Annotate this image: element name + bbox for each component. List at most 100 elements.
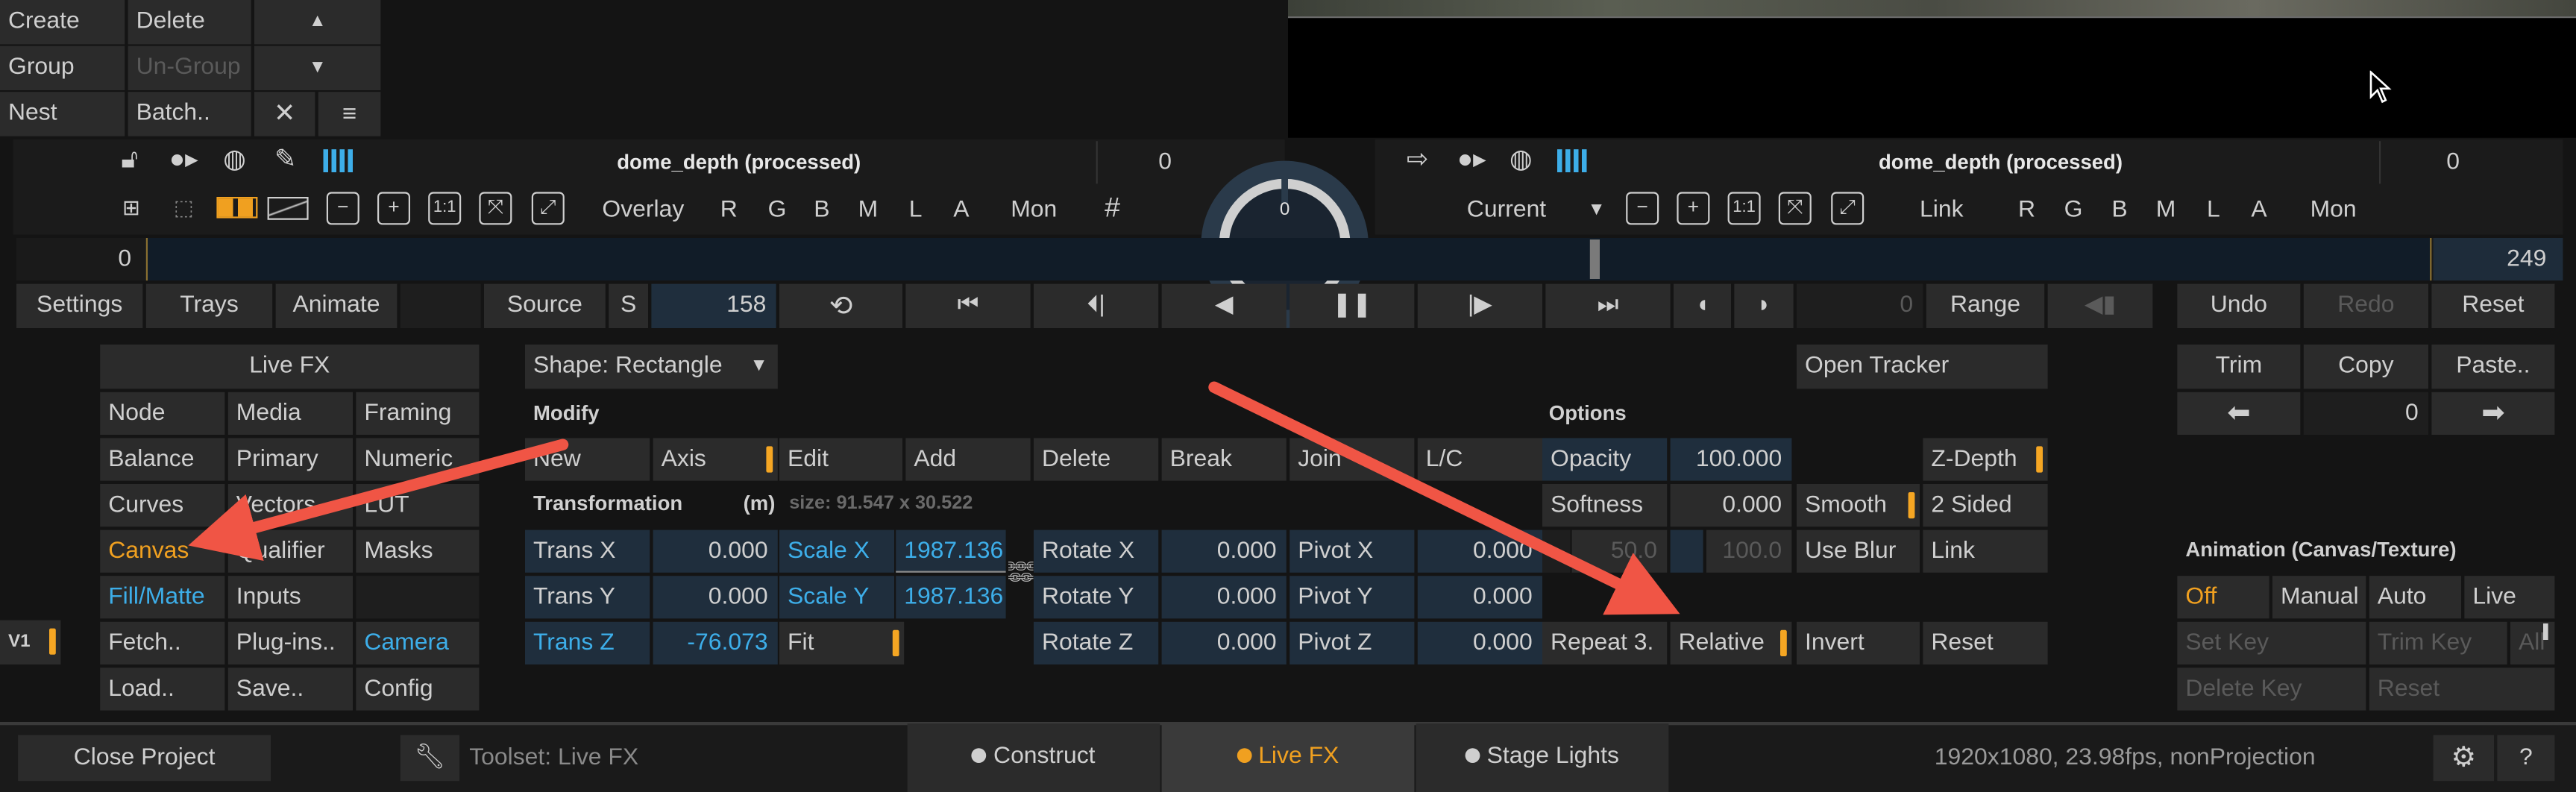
- trim-button[interactable]: Trim: [2177, 345, 2301, 389]
- s-button[interactable]: S: [609, 283, 648, 328]
- softness-field[interactable]: 0.000: [1670, 484, 1792, 527]
- framing-item[interactable]: Framing: [356, 392, 480, 435]
- skip-end-icon[interactable]: ⏭: [1545, 283, 1671, 328]
- trans-y-field[interactable]: 0.000: [653, 576, 778, 619]
- redo-button[interactable]: Redo: [2303, 283, 2428, 328]
- timeline-bar[interactable]: 0 249: [16, 238, 2563, 281]
- move-down-button[interactable]: ▼: [254, 45, 381, 90]
- edit-button[interactable]: Edit: [779, 438, 902, 481]
- lock-icon[interactable]: 🔓︎: [115, 145, 145, 177]
- pivot-y-field[interactable]: 0.000: [1417, 576, 1542, 619]
- paste-button[interactable]: Paste..: [2431, 345, 2555, 389]
- shape-dropdown[interactable]: Shape: Rectangle ▼: [525, 345, 778, 389]
- export-icon[interactable]: ⇨: [1396, 145, 1439, 177]
- fit-icon-right[interactable]: ⤧: [1778, 192, 1812, 225]
- wrench-icon[interactable]: 🔧︎: [400, 735, 459, 782]
- primary-item[interactable]: Primary: [227, 438, 353, 481]
- batch-button[interactable]: Batch..: [128, 92, 251, 136]
- new-button[interactable]: New: [525, 438, 650, 481]
- gear-icon[interactable]: ⚙︎: [2433, 735, 2494, 782]
- arrow-left-icon[interactable]: ⬅︎: [2177, 392, 2301, 435]
- zoom-in-icon[interactable]: +: [377, 192, 410, 225]
- scale-y-field[interactable]: 1987.136: [896, 576, 1006, 619]
- play-reverse-icon[interactable]: ◀: [1161, 283, 1287, 328]
- channel-a[interactable]: A: [953, 194, 969, 227]
- channel-m-right[interactable]: M: [2156, 194, 2176, 227]
- val-b-field[interactable]: 100.0: [1706, 529, 1792, 573]
- inputs-item[interactable]: Inputs: [227, 576, 353, 619]
- channel-g-right[interactable]: G: [2064, 194, 2083, 227]
- link-button[interactable]: Link: [1920, 194, 1964, 227]
- channel-a-right[interactable]: A: [2251, 194, 2266, 227]
- channel-m[interactable]: M: [858, 194, 879, 227]
- z-depth-button[interactable]: Z-Depth: [1923, 438, 2048, 481]
- copy-button[interactable]: Copy: [2303, 345, 2428, 389]
- delete-point-button[interactable]: Delete: [1034, 438, 1159, 481]
- invert-button[interactable]: Invert: [1797, 621, 1920, 664]
- zoom-one-to-one-icon[interactable]: 1:1: [428, 192, 462, 225]
- rotate-x-field[interactable]: 0.000: [1161, 529, 1287, 573]
- color-bars-icon[interactable]: [323, 149, 356, 172]
- trim-key-button[interactable]: Trim Key: [2369, 621, 2507, 664]
- zoom-out-icon-right[interactable]: −: [1626, 192, 1659, 225]
- plugins-item[interactable]: Plug-ins..: [227, 621, 353, 664]
- reset-options-button[interactable]: Reset: [1923, 621, 2048, 664]
- grid-icon[interactable]: #: [1096, 192, 1129, 224]
- camera-item[interactable]: Camera: [356, 621, 480, 664]
- trans-z-field[interactable]: -76.073: [653, 621, 778, 664]
- fill-matte-item[interactable]: Fill/Matte: [100, 576, 225, 619]
- canvas-item[interactable]: Canvas: [100, 529, 225, 573]
- viewer-image-right[interactable]: [1288, 0, 2576, 138]
- fetch-item[interactable]: Fetch..: [100, 621, 225, 664]
- channel-l-right[interactable]: L: [2207, 194, 2220, 227]
- ungroup-button[interactable]: Un-Group: [128, 45, 251, 90]
- edit-value-field[interactable]: 0: [2303, 392, 2428, 435]
- channel-b[interactable]: B: [814, 194, 829, 227]
- record-icon[interactable]: ●▸: [164, 145, 204, 177]
- masks-item[interactable]: Masks: [356, 529, 480, 573]
- mark-in-icon[interactable]: ◖: [1674, 283, 1731, 328]
- pivot-z-field[interactable]: 0.000: [1417, 621, 1542, 664]
- channel-r-right[interactable]: R: [2018, 194, 2035, 227]
- close-project-button[interactable]: Close Project: [18, 735, 271, 782]
- record-icon-right[interactable]: ●▸: [1452, 145, 1492, 177]
- pencil-icon[interactable]: ✎: [269, 145, 302, 177]
- join-button[interactable]: Join: [1289, 438, 1415, 481]
- mark-out-icon[interactable]: ◗: [1734, 283, 1794, 328]
- fit-button[interactable]: Fit: [779, 621, 905, 664]
- curves-item[interactable]: Curves: [100, 484, 225, 527]
- speaker-icon[interactable]: ◀▮: [2047, 283, 2153, 328]
- link-option-button[interactable]: Link: [1923, 529, 2048, 573]
- repeat-button[interactable]: Repeat 3.: [1542, 621, 1668, 664]
- fullscreen-icon[interactable]: ⤢: [531, 192, 565, 225]
- layout-icon[interactable]: ⊞: [112, 192, 151, 224]
- move-up-button[interactable]: ▲: [254, 0, 381, 45]
- mon-button-left[interactable]: Mon: [1011, 194, 1057, 227]
- config-item[interactable]: Config: [356, 667, 480, 711]
- anim-reset-button[interactable]: Reset: [2369, 667, 2555, 711]
- anim-auto-button[interactable]: Auto: [2369, 576, 2461, 619]
- save-item[interactable]: Save..: [227, 667, 353, 711]
- numeric-item[interactable]: Numeric: [356, 438, 480, 481]
- close-icon[interactable]: ✕: [254, 92, 315, 136]
- channel-l[interactable]: L: [909, 194, 923, 227]
- rotate-y-field[interactable]: 0.000: [1161, 576, 1287, 619]
- channel-b-right[interactable]: B: [2111, 194, 2127, 227]
- anim-manual-button[interactable]: Manual: [2272, 576, 2366, 619]
- zoom-one-to-one-icon-right[interactable]: 1:1: [1727, 192, 1761, 225]
- nest-button[interactable]: Nest: [0, 92, 125, 136]
- pause-icon[interactable]: ❚❚: [1289, 283, 1415, 328]
- opacity-field[interactable]: 100.000: [1670, 438, 1792, 481]
- pivot-x-field[interactable]: 0.000: [1417, 529, 1542, 573]
- animate-button[interactable]: Animate: [275, 283, 398, 328]
- scale-x-field[interactable]: 1987.136: [896, 529, 1006, 573]
- overlay-button[interactable]: Overlay: [602, 194, 684, 227]
- qualifier-item[interactable]: Qualifier: [227, 529, 353, 573]
- scroll-indicator[interactable]: [2543, 623, 2548, 640]
- lc-button[interactable]: L/C: [1417, 438, 1542, 481]
- set-key-button[interactable]: Set Key: [2177, 621, 2366, 664]
- open-tracker-button[interactable]: Open Tracker: [1797, 345, 2048, 389]
- arrow-right-icon[interactable]: ➡︎: [2431, 392, 2555, 435]
- link-chain-icon[interactable]: ⛓︎: [1002, 556, 1035, 588]
- timeline-playhead[interactable]: [1589, 239, 1599, 279]
